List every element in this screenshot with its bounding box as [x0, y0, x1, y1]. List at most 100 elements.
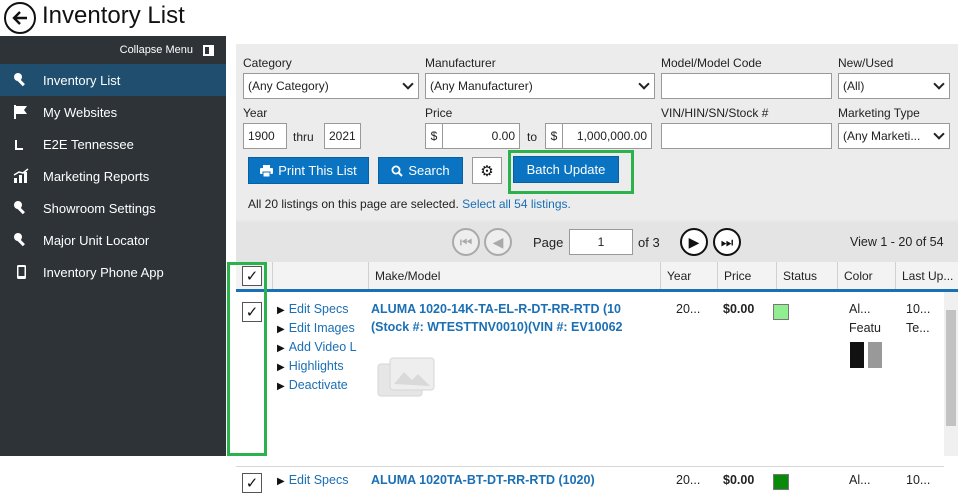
make-model-link[interactable]: ALUMA 1020-14K-TA-EL-R-DT-RR-RTD (10	[371, 302, 652, 316]
edit-images-label: Edit Images	[288, 321, 355, 335]
marketing-type-label: Marketing Type	[838, 106, 920, 120]
marketing-type-select[interactable]: (Any Marketi...	[838, 123, 950, 149]
deactivate-link[interactable]: ▶ Deactivate	[277, 378, 348, 392]
sidebar-item-inventory-phone-app[interactable]: Inventory Phone App	[0, 256, 226, 288]
triangle-right-icon: ▶	[277, 305, 285, 316]
inventory-table: ✓ Make/Model Year Price Status Color Las…	[236, 262, 958, 493]
price-cell: $0.00	[723, 302, 755, 316]
status-swatch[interactable]	[773, 474, 789, 490]
bar-chart-icon	[12, 168, 30, 184]
chevron-down-icon	[933, 78, 945, 90]
add-video-link[interactable]: ▶ Add Video L	[277, 340, 357, 354]
edit-specs-link[interactable]: ▶ Edit Specs	[277, 473, 348, 487]
highlights-link[interactable]: ▶ Highlights	[277, 359, 344, 373]
sidebar-item-major-unit-locator[interactable]: Major Unit Locator	[0, 224, 226, 256]
make-model-link[interactable]: ALUMA 1020TA-BT-DT-RR-RTD (1020)	[371, 473, 652, 487]
scrollbar-thumb[interactable]	[946, 310, 956, 426]
category-select[interactable]: (Any Category)	[243, 73, 419, 99]
year-to-value: 2021	[329, 129, 356, 143]
price-from-input[interactable]: 0.00	[442, 123, 520, 149]
edit-specs-link[interactable]: ▶ Edit Specs	[277, 302, 348, 316]
chevron-down-icon	[402, 78, 414, 90]
column-year[interactable]: Year	[660, 262, 717, 289]
search-button[interactable]: Search	[378, 157, 463, 184]
column-actions	[272, 262, 368, 289]
triangle-right-icon: ▶	[277, 476, 285, 487]
flag-icon	[12, 104, 30, 120]
marketing-type-value: (Any Marketi...	[843, 129, 921, 143]
row-checkbox[interactable]: ✓	[242, 473, 262, 493]
year-cell: 20...	[676, 473, 701, 487]
add-video-label: Add Video L	[288, 340, 357, 354]
select-all-link[interactable]: Select all 54 listings.	[462, 197, 571, 211]
key-icon	[12, 232, 30, 248]
model-input[interactable]	[661, 73, 832, 99]
last-page-button[interactable]: ⏭	[713, 228, 741, 256]
print-list-button[interactable]: Print This List	[248, 157, 369, 184]
next-page-button[interactable]: ▶	[680, 228, 708, 256]
filters-panel: Category Manufacturer Model/Model Code N…	[236, 44, 958, 220]
sidebar: Collapse Menu Inventory List My Websites…	[0, 36, 226, 456]
year-thru-label: thru	[293, 130, 314, 144]
search-icon	[391, 165, 404, 177]
sidebar-item-marketing-reports[interactable]: Marketing Reports	[0, 160, 226, 192]
year-from-input[interactable]: 1900	[243, 123, 287, 149]
new-used-value: (All)	[843, 79, 865, 93]
edit-specs-label: Edit Specs	[288, 473, 349, 487]
edit-images-link[interactable]: ▶ Edit Images	[277, 321, 355, 335]
sidebar-item-label: My Websites	[43, 104, 118, 120]
pager: ⏮ ◀ Page 1 of 3 ▶ ⏭ View 1 - 20 of 54	[236, 222, 958, 262]
column-color[interactable]: Color	[837, 262, 895, 289]
column-make-model[interactable]: Make/Model	[368, 262, 660, 289]
price-from-prefix: $	[425, 123, 443, 149]
key-icon	[12, 72, 30, 88]
column-status[interactable]: Status	[776, 262, 837, 289]
triangle-right-icon: ▶	[277, 324, 285, 335]
new-used-select[interactable]: (All)	[838, 73, 950, 99]
sidebar-item-inventory-list[interactable]: Inventory List	[0, 64, 226, 96]
new-used-label: New/Used	[838, 56, 894, 70]
chart-icon	[12, 136, 30, 152]
page-input[interactable]: 1	[569, 229, 633, 255]
vin-input[interactable]	[661, 123, 832, 149]
category-label: Category	[243, 56, 292, 70]
color-swatch-dark	[850, 342, 864, 368]
first-page-icon: ⏮	[459, 233, 473, 250]
year-cell: 20...	[676, 302, 701, 316]
column-price[interactable]: Price	[717, 262, 776, 289]
previous-page-button[interactable]: ◀	[484, 228, 512, 256]
sidebar-item-label: Inventory Phone App	[43, 264, 164, 280]
manufacturer-label: Manufacturer	[425, 56, 496, 70]
back-button[interactable]	[4, 2, 36, 34]
sidebar-item-showroom-settings[interactable]: Showroom Settings	[0, 192, 226, 224]
manufacturer-select[interactable]: (Any Manufacturer)	[425, 73, 655, 99]
sidebar-item-label: E2E Tennessee	[43, 136, 134, 152]
triangle-right-icon: ▶	[277, 362, 285, 373]
chevron-right-icon: ▶	[688, 233, 700, 250]
deactivate-label: Deactivate	[288, 378, 348, 392]
model-label: Model/Model Code	[661, 56, 762, 70]
price-to-input[interactable]: 1,000,000.00	[562, 123, 652, 149]
collapse-menu-button[interactable]: Collapse Menu	[0, 36, 226, 64]
chevron-down-icon	[933, 128, 945, 140]
settings-button[interactable]: ⚙	[472, 157, 502, 184]
category-value: (Any Category)	[248, 79, 329, 93]
first-page-button[interactable]: ⏮	[452, 228, 480, 256]
color-swatch-gray	[868, 342, 882, 368]
status-swatch[interactable]	[773, 304, 789, 320]
title-bar: Inventory List	[0, 0, 958, 36]
view-range-label: View 1 - 20 of 54	[850, 235, 944, 249]
color-feature-text: Featu	[849, 321, 881, 335]
sidebar-item-e2e-tennessee[interactable]: E2E Tennessee	[0, 128, 226, 160]
sidebar-item-label: Inventory List	[43, 72, 121, 88]
arrow-left-icon	[12, 11, 27, 25]
color-cell: Al...	[849, 302, 871, 316]
sidebar-item-label: Marketing Reports	[43, 168, 150, 184]
year-to-input[interactable]: 2021	[324, 123, 361, 149]
sidebar-item-label: Major Unit Locator	[43, 232, 150, 248]
phone-icon	[12, 264, 30, 280]
selection-text: All 20 listings on this page are selecte…	[248, 197, 459, 211]
sidebar-item-label: Showroom Settings	[43, 200, 156, 216]
sidebar-item-my-websites[interactable]: My Websites	[0, 96, 226, 128]
column-last-updated[interactable]: Last Up...	[895, 262, 958, 289]
